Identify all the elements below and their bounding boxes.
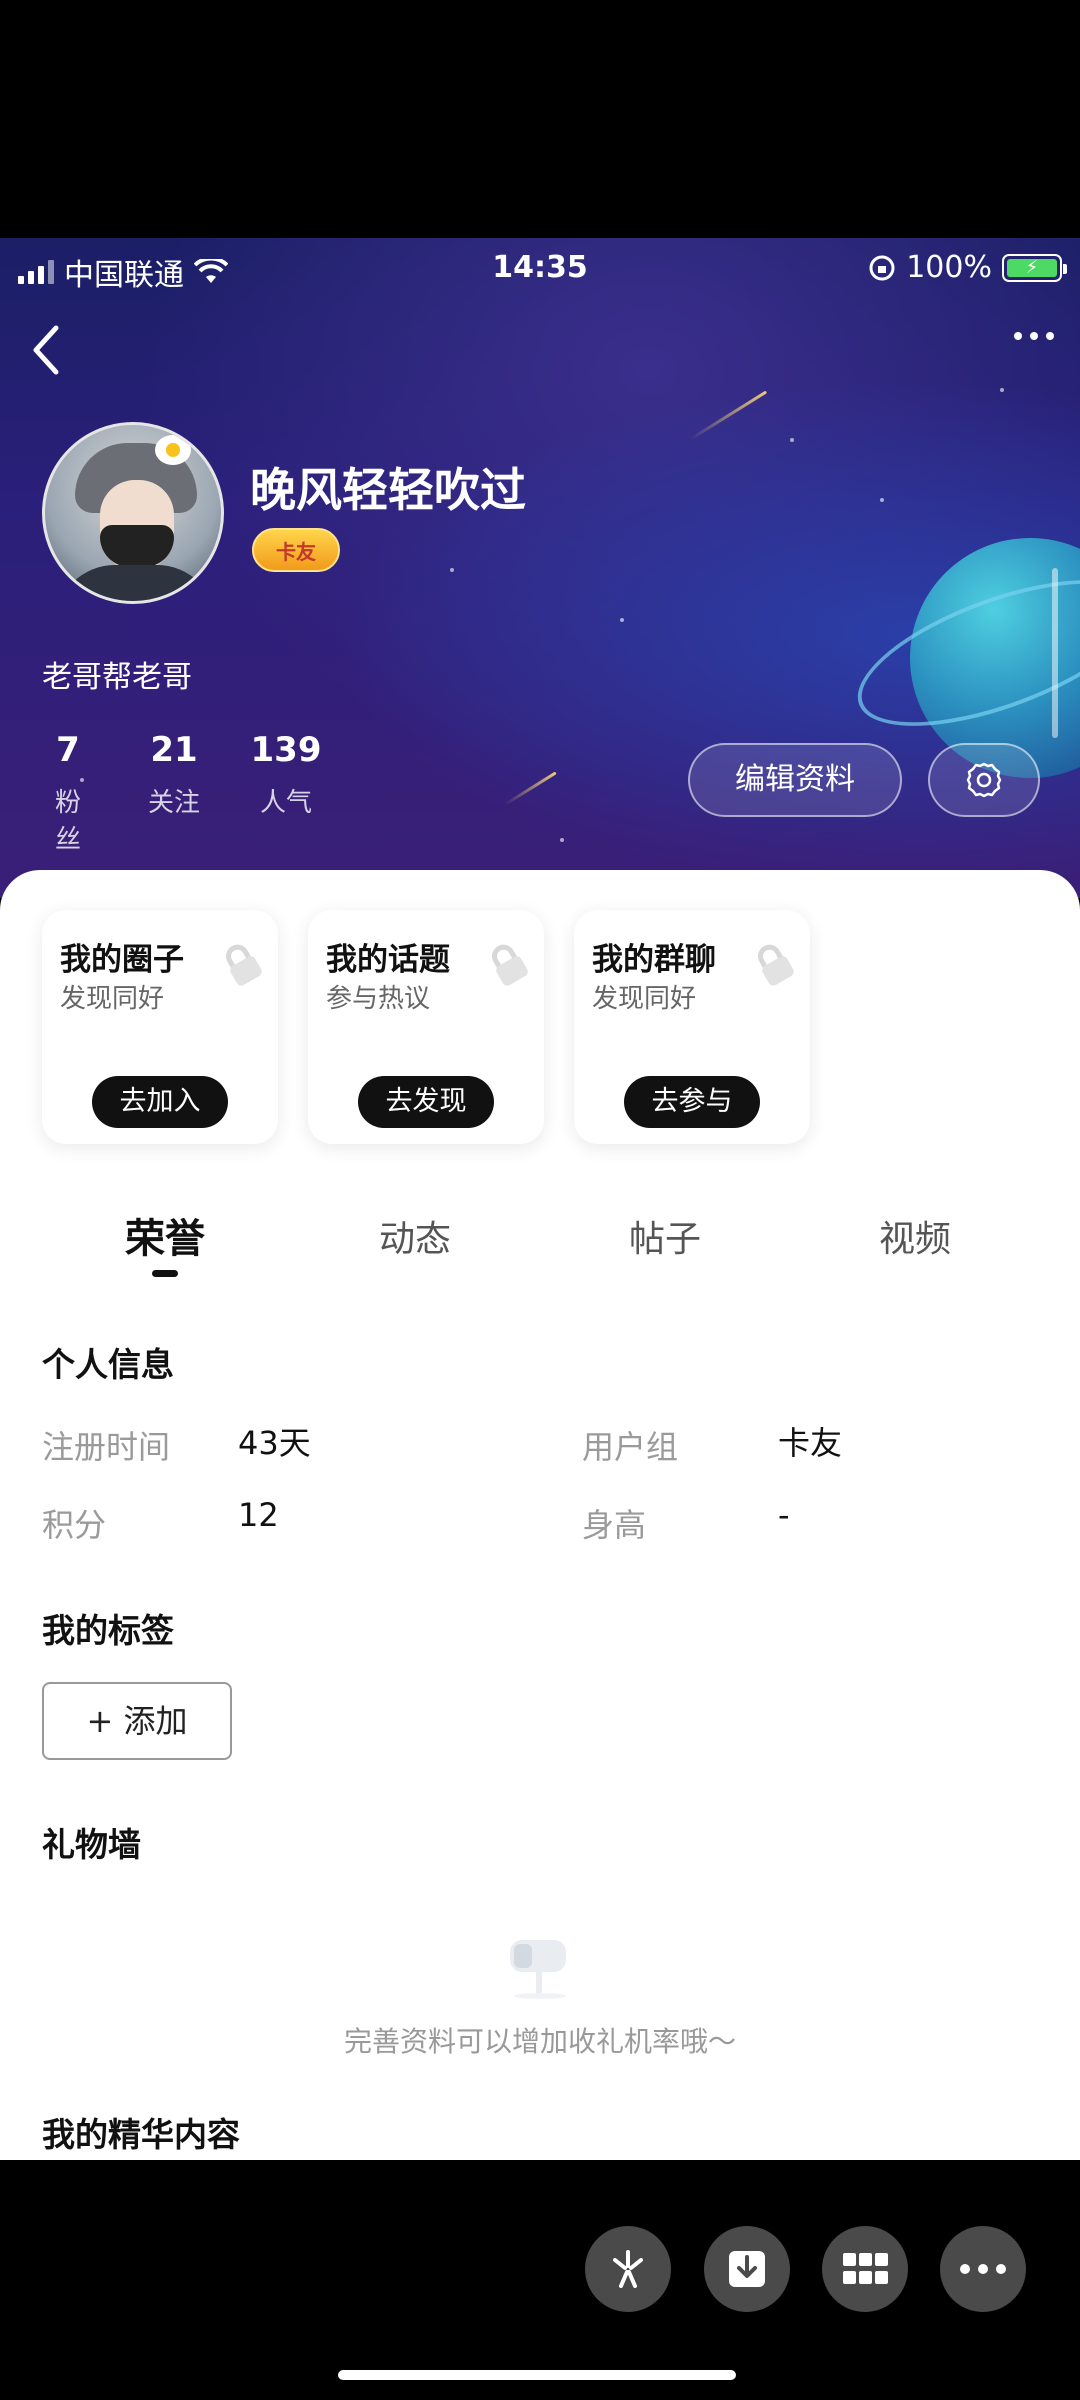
stat-value: 21 [150,730,198,770]
stat-value: 139 [250,730,322,770]
stat-value: 7 [56,730,80,770]
star [880,498,884,502]
grid-icon [843,2253,888,2284]
stat-label: 关注 [147,788,200,818]
card-title: 我的群聊 [592,942,716,978]
stat-label: 人气 [259,788,312,818]
stat-followers[interactable]: 7 粉丝 [44,730,92,856]
shooting-star [504,771,557,806]
section-title-gift-wall: 礼物墙 [42,1825,141,1864]
sparkle-icon [613,2250,643,2288]
shooting-star [689,390,768,441]
card-my-circles[interactable]: 我的圈子 发现同好 去加入 [42,910,278,1144]
add-tag-button[interactable]: + 添加 [42,1682,232,1760]
battery-percent: 100% [906,250,992,285]
mailbox-icon [510,1940,566,1999]
scrollbar[interactable] [1052,568,1058,738]
bio: 老哥帮老哥 [42,660,192,695]
star [450,568,454,572]
info-value: 43天 [238,1424,311,1462]
edit-profile-button[interactable]: 编辑资料 [688,743,902,817]
lock-icon [226,944,262,986]
card-subtitle: 参与热议 [326,984,431,1014]
tab-activity[interactable]: 动态 [315,1210,515,1262]
tab-honor[interactable]: 荣誉 [65,1206,265,1264]
sparkle-button[interactable] [585,2226,671,2312]
section-title-featured: 我的精华内容 [42,2115,240,2154]
card-subtitle: 发现同好 [592,984,697,1014]
bottom-bar [0,2160,1080,2400]
tab-videos[interactable]: 视频 [815,1210,1015,1262]
top-black-area [0,0,1080,238]
more-options-button[interactable] [940,2226,1026,2312]
user-badge: 卡友 [252,528,340,572]
info-value: - [778,1496,790,1534]
section-title-tags: 我的标签 [42,1611,174,1650]
status-bar: 中国联通 14:35 100% ⚡ [0,238,1080,298]
lock-icon [492,944,528,986]
star [1000,388,1004,392]
star [620,618,624,622]
join-button[interactable]: 去加入 [92,1076,228,1128]
info-value: 12 [238,1496,279,1534]
stat-label: 粉丝 [54,788,81,855]
profile-content-sheet: 我的圈子 发现同好 去加入 我的话题 参与热议 去发现 我的群聊 发现同好 去参… [0,870,1080,2160]
avatar[interactable] [42,422,224,604]
ellipsis-icon [960,2264,1006,2274]
gift-wall-empty-text: 完善资料可以增加收礼机率哦～ [343,2025,736,2058]
username: 晚风轻轻吹过 [250,463,526,517]
settings-button[interactable] [928,743,1040,817]
home-indicator[interactable] [338,2370,736,2380]
grid-button[interactable] [822,2226,908,2312]
battery-icon: ⚡ [1002,253,1067,282]
gear-icon [966,762,1002,798]
card-title: 我的圈子 [60,942,184,978]
download-button[interactable] [704,2226,790,2312]
stat-popularity[interactable]: 139 人气 [250,730,322,819]
tab-indicator [152,1270,178,1277]
info-value: 卡友 [778,1424,843,1462]
back-icon[interactable] [26,320,66,380]
rotation-lock-icon [869,255,895,280]
info-label: 积分 [42,1506,107,1544]
participate-button[interactable]: 去参与 [624,1076,760,1128]
tab-posts[interactable]: 帖子 [565,1210,765,1262]
more-icon[interactable] [1014,332,1054,340]
star [560,838,564,842]
discover-button[interactable]: 去发现 [358,1076,494,1128]
card-title: 我的话题 [326,942,450,978]
info-label: 注册时间 [42,1428,171,1466]
lock-icon [758,944,794,986]
card-my-topics[interactable]: 我的话题 参与热议 去发现 [308,910,544,1144]
stat-following[interactable]: 21 关注 [144,730,204,819]
download-icon [729,2251,765,2287]
card-subtitle: 发现同好 [60,984,165,1014]
info-label: 用户组 [582,1428,679,1466]
profile-tabs: 荣誉 动态 帖子 视频 [0,1210,1080,1290]
info-label: 身高 [582,1506,647,1544]
star [790,438,794,442]
card-my-groups[interactable]: 我的群聊 发现同好 去参与 [574,910,810,1144]
section-title-personal-info: 个人信息 [42,1345,174,1384]
